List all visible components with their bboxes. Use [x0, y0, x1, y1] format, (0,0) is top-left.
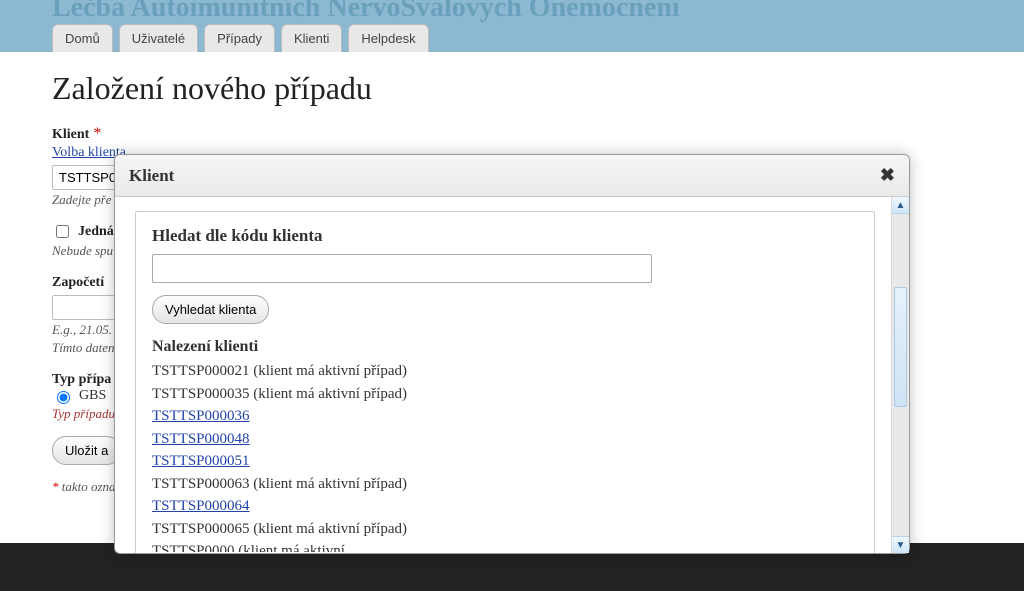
- modal-title: Klient: [129, 166, 174, 186]
- result-row: TSTTSP000051: [152, 450, 858, 473]
- result-link[interactable]: TSTTSP000048: [152, 431, 250, 447]
- search-button[interactable]: Vyhledat klienta: [152, 295, 269, 324]
- submit-button[interactable]: Uložit a: [52, 436, 121, 465]
- result-row: TSTTSP000035 (klient má aktivní případ): [152, 383, 858, 406]
- start-input[interactable]: [52, 295, 122, 320]
- result-row: TSTTSP000065 (klient má aktivní případ): [152, 518, 858, 541]
- result-link[interactable]: TSTTSP000051: [152, 453, 250, 469]
- scroll-thumb[interactable]: [894, 287, 907, 407]
- result-row: TSTTSP000021 (klient má aktivní případ): [152, 360, 858, 383]
- required-mark: *: [93, 125, 101, 142]
- result-row: TSTTSP0000 (klient má aktivní: [152, 540, 858, 552]
- result-row: TSTTSP000048: [152, 428, 858, 451]
- scroll-down-icon[interactable]: ▼: [892, 536, 909, 553]
- modal-body-wrap: Hledat dle kódu klienta Vyhledat klienta…: [115, 197, 909, 553]
- tab-pripady[interactable]: Případy: [204, 24, 275, 52]
- klient-input[interactable]: [52, 165, 122, 190]
- results: Nalezení klienti TSTTSP000021 (klient má…: [152, 338, 858, 552]
- modal-body: Hledat dle kódu klienta Vyhledat klienta…: [115, 197, 891, 553]
- banner: Léčba Autoimunitních NervoSvalových Onem…: [0, 0, 1024, 52]
- tab-uzivatele[interactable]: Uživatelé: [119, 24, 198, 52]
- modal-header: Klient ✖: [115, 155, 909, 197]
- klient-label: Klient: [52, 127, 89, 142]
- result-link[interactable]: TSTTSP000064: [152, 498, 250, 514]
- page-title: Založení nového případu: [52, 70, 972, 107]
- app-title: Léčba Autoimunitních NervoSvalových Onem…: [52, 0, 1024, 22]
- type-radio-gbs[interactable]: [57, 391, 70, 404]
- type-label: Typ přípa: [52, 372, 111, 387]
- nav-tabs: Domů Uživatelé Případy Klienti Helpdesk: [52, 24, 429, 52]
- search-input[interactable]: [152, 254, 652, 283]
- result-row: TSTTSP000064: [152, 495, 858, 518]
- client-modal: Klient ✖ Hledat dle kódu klienta Vyhleda…: [114, 154, 910, 554]
- results-heading: Nalezení klienti: [152, 338, 858, 356]
- start-label: Započetí: [52, 275, 104, 290]
- search-heading: Hledat dle kódu klienta: [152, 226, 858, 246]
- tab-helpdesk[interactable]: Helpdesk: [348, 24, 428, 52]
- result-row: TSTTSP000063 (klient má aktivní případ): [152, 473, 858, 496]
- close-icon[interactable]: ✖: [880, 165, 895, 186]
- tab-domu[interactable]: Domů: [52, 24, 113, 52]
- search-panel: Hledat dle kódu klienta Vyhledat klienta…: [135, 211, 875, 553]
- result-row: TSTTSP000036: [152, 405, 858, 428]
- type-option-gbs: GBS: [79, 388, 106, 404]
- scroll-up-icon[interactable]: ▲: [892, 197, 909, 214]
- footnote-text: takto ozna: [59, 479, 116, 494]
- scrollbar[interactable]: ▲ ▼: [891, 197, 909, 553]
- result-link[interactable]: TSTTSP000036: [152, 408, 250, 424]
- jedna-label: Jedná: [78, 224, 114, 240]
- jedna-checkbox[interactable]: [56, 225, 69, 238]
- tab-klienti[interactable]: Klienti: [281, 24, 342, 52]
